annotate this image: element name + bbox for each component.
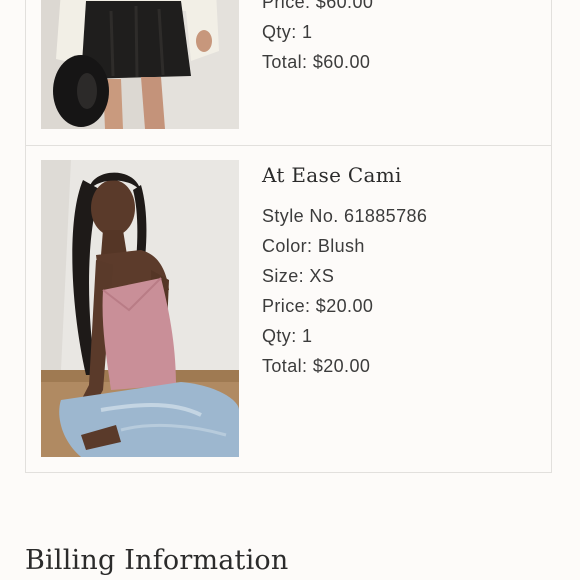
item-total: Total: $60.00 [262,52,371,72]
product-image[interactable] [41,160,239,457]
item-qty: Qty: 1 [262,22,313,42]
billing-information-heading: Billing Information [25,545,289,576]
product-image[interactable] [41,0,239,129]
order-item-card: Price: $60.00 Qty: 1 Total: $60.00 [25,0,552,146]
order-item-card: At Ease Cami Style No. 61885786 Color: B… [25,145,552,473]
item-price: Price: $60.00 [262,0,374,12]
item-style-number: Style No. 61885786 [262,206,428,226]
item-size: Size: XS [262,266,335,286]
item-price: Price: $20.00 [262,296,374,316]
item-name[interactable]: At Ease Cami [262,162,541,188]
item-color: Color: Blush [262,236,365,256]
item-total: Total: $20.00 [262,356,371,376]
item-details: At Ease Cami Style No. 61885786 Color: B… [262,162,541,381]
item-qty: Qty: 1 [262,326,313,346]
